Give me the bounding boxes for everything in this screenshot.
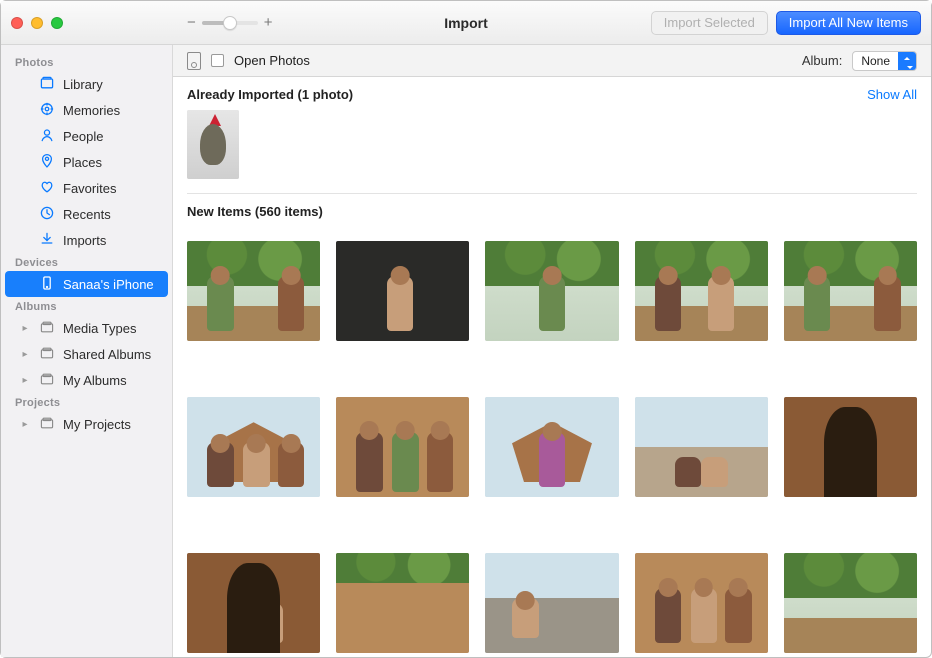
import-selected-button[interactable]: Import Selected <box>651 11 768 35</box>
new-item-thumbnail[interactable] <box>485 241 618 341</box>
already-imported-heading: Already Imported (1 photo) <box>187 87 353 102</box>
recents-icon <box>39 205 55 224</box>
open-photos-label: Open Photos <box>234 53 310 68</box>
sidebar-section-header: Albums <box>1 297 172 315</box>
sidebar-item-media-types[interactable]: ▸ Media Types <box>5 315 168 341</box>
iphone-icon <box>39 275 55 294</box>
sidebar-section-header: Devices <box>1 253 172 271</box>
sidebar-item-favorites[interactable]: Favorites <box>5 175 168 201</box>
sidebar-item-label: Imports <box>63 233 106 248</box>
folder-icon <box>39 371 55 390</box>
minimize-window-button[interactable] <box>31 17 43 29</box>
new-item-thumbnail[interactable] <box>635 241 768 341</box>
zoom-slider-track[interactable] <box>202 21 258 25</box>
sidebar-item-label: Media Types <box>63 321 136 336</box>
album-label: Album: <box>802 53 842 68</box>
people-icon <box>39 127 55 146</box>
new-item-thumbnail[interactable] <box>336 553 469 653</box>
sidebar-item-label: People <box>63 129 103 144</box>
import-options-bar: Open Photos Album: None <box>173 45 931 77</box>
new-item-thumbnail[interactable] <box>485 397 618 497</box>
sidebar-item-places[interactable]: Places <box>5 149 168 175</box>
favorites-icon <box>39 179 55 198</box>
sidebar-item-sanaa-s-iphone[interactable]: Sanaa's iPhone <box>5 271 168 297</box>
sidebar: Photos Library Memories People Places Favorit… <box>1 45 173 657</box>
open-photos-checkbox[interactable] <box>211 54 224 67</box>
device-icon <box>187 52 201 70</box>
disclosure-triangle-icon[interactable]: ▸ <box>19 349 31 360</box>
new-item-thumbnail[interactable] <box>784 241 917 341</box>
sidebar-item-memories[interactable]: Memories <box>5 97 168 123</box>
sidebar-item-shared-albums[interactable]: ▸ Shared Albums <box>5 341 168 367</box>
thumbnail-zoom-slider[interactable]: − + <box>187 14 273 31</box>
imported-thumbnail[interactable] <box>187 110 239 179</box>
imports-icon <box>39 231 55 250</box>
content-scroll[interactable]: Already Imported (1 photo) Show All New … <box>173 77 931 657</box>
sidebar-item-people[interactable]: People <box>5 123 168 149</box>
new-item-thumbnail[interactable] <box>336 397 469 497</box>
new-item-thumbnail[interactable] <box>784 397 917 497</box>
new-item-thumbnail[interactable] <box>485 553 618 653</box>
library-icon <box>39 75 55 94</box>
sidebar-item-label: Recents <box>63 207 111 222</box>
sidebar-item-label: Sanaa's iPhone <box>63 277 154 292</box>
disclosure-triangle-icon[interactable]: ▸ <box>19 419 31 430</box>
places-icon <box>39 153 55 172</box>
zoom-window-button[interactable] <box>51 17 63 29</box>
sidebar-item-label: My Albums <box>63 373 127 388</box>
folder-icon <box>39 415 55 434</box>
import-all-button[interactable]: Import All New Items <box>776 11 921 35</box>
titlebar: − + Import Import Selected Import All Ne… <box>1 1 931 45</box>
zoom-out-icon: − <box>187 14 196 31</box>
memories-icon <box>39 101 55 120</box>
sidebar-section-header: Projects <box>1 393 172 411</box>
zoom-slider-knob[interactable] <box>223 16 237 30</box>
sidebar-item-label: Memories <box>63 103 120 118</box>
chevron-up-down-icon <box>898 52 916 70</box>
sidebar-item-imports[interactable]: Imports <box>5 227 168 253</box>
new-item-thumbnail[interactable] <box>635 397 768 497</box>
new-items-heading: New Items (560 items) <box>187 204 323 219</box>
album-select-value: None <box>861 54 890 68</box>
sidebar-item-label: Shared Albums <box>63 347 151 362</box>
sidebar-section-header: Photos <box>1 53 172 71</box>
content-pane: Open Photos Album: None Already Imported… <box>173 45 931 657</box>
disclosure-triangle-icon[interactable]: ▸ <box>19 323 31 334</box>
sidebar-item-label: Places <box>63 155 102 170</box>
sidebar-item-my-albums[interactable]: ▸ My Albums <box>5 367 168 393</box>
new-item-thumbnail[interactable] <box>784 553 917 653</box>
new-item-thumbnail[interactable] <box>336 241 469 341</box>
show-all-link[interactable]: Show All <box>867 87 917 102</box>
new-item-thumbnail[interactable] <box>187 553 320 653</box>
album-select[interactable]: None <box>852 51 917 71</box>
sidebar-item-my-projects[interactable]: ▸ My Projects <box>5 411 168 437</box>
zoom-in-icon: + <box>264 14 273 31</box>
folder-icon <box>39 319 55 338</box>
close-window-button[interactable] <box>11 17 23 29</box>
sidebar-item-label: Library <box>63 77 103 92</box>
new-item-thumbnail[interactable] <box>187 241 320 341</box>
new-item-thumbnail[interactable] <box>635 553 768 653</box>
window-title: Import <box>444 15 488 31</box>
sidebar-item-label: Favorites <box>63 181 116 196</box>
sidebar-item-label: My Projects <box>63 417 131 432</box>
window-controls <box>11 17 171 29</box>
sidebar-item-recents[interactable]: Recents <box>5 201 168 227</box>
folder-icon <box>39 345 55 364</box>
disclosure-triangle-icon[interactable]: ▸ <box>19 375 31 386</box>
new-item-thumbnail[interactable] <box>187 397 320 497</box>
sidebar-item-library[interactable]: Library <box>5 71 168 97</box>
